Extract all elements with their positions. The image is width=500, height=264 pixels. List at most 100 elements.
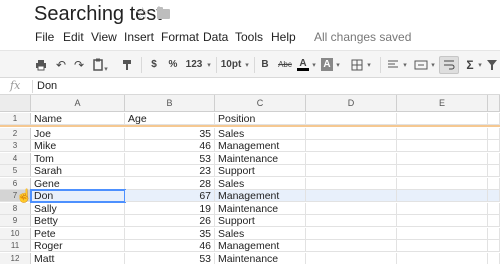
chevron-down-icon[interactable]: ▾ <box>334 56 342 74</box>
menu-view[interactable]: View <box>91 30 117 44</box>
cell-empty[interactable] <box>306 113 397 125</box>
row-number[interactable]: 10 <box>0 227 31 240</box>
chevron-down-icon[interactable]: ▾ <box>476 56 484 74</box>
fill-color-button[interactable]: A <box>321 58 333 71</box>
cell-age[interactable]: 35 <box>125 227 215 240</box>
cell-name[interactable]: Gene <box>31 177 125 190</box>
cell-empty[interactable] <box>306 127 397 140</box>
cell-name[interactable]: Name <box>31 113 125 125</box>
cell-position[interactable]: Maintenance <box>215 202 306 215</box>
paste-format-icon[interactable]: ▾ <box>91 56 109 74</box>
cell-empty[interactable] <box>397 140 488 152</box>
column-header-a[interactable]: A <box>31 95 125 112</box>
chevron-down-icon[interactable]: ▾ <box>310 56 318 74</box>
cell-empty[interactable] <box>306 152 397 165</box>
cell-age[interactable]: 23 <box>125 165 215 177</box>
cell-name[interactable]: Don <box>30 189 126 203</box>
cell-name[interactable]: Tom <box>31 152 125 165</box>
cell-age[interactable]: Age <box>125 113 215 125</box>
cell-empty[interactable] <box>306 140 397 152</box>
row-number[interactable]: 1 <box>0 113 31 125</box>
row-number[interactable]: 5 <box>0 165 31 177</box>
cell-empty[interactable] <box>306 165 397 177</box>
font-size-select[interactable]: 10pt <box>220 56 242 74</box>
paint-format-icon[interactable] <box>120 56 134 74</box>
print-icon[interactable] <box>34 56 48 74</box>
cell-age[interactable]: 35 <box>125 127 215 140</box>
merge-cells-icon[interactable] <box>413 56 429 74</box>
cell-position[interactable]: Management <box>215 240 306 252</box>
cell-age[interactable]: 19 <box>125 202 215 215</box>
cell-empty[interactable] <box>488 202 500 215</box>
cell-position[interactable]: Sales <box>215 177 306 190</box>
redo-icon[interactable]: ↷ <box>72 56 86 74</box>
currency-button[interactable]: $ <box>148 56 160 74</box>
star-icon[interactable]: ☆ <box>135 4 150 24</box>
row-number[interactable]: 3 <box>0 140 31 152</box>
formula-input[interactable]: Don <box>37 80 57 92</box>
align-left-icon[interactable] <box>386 56 400 74</box>
cell-empty[interactable] <box>488 127 500 140</box>
cell-empty[interactable] <box>397 127 488 140</box>
filter-icon[interactable] <box>486 56 498 74</box>
chevron-down-icon[interactable]: ▾ <box>243 56 251 74</box>
cell-empty[interactable] <box>488 165 500 177</box>
cell-empty[interactable] <box>488 240 500 252</box>
cell-empty[interactable] <box>488 252 500 264</box>
cell-empty[interactable] <box>306 215 397 227</box>
row-number[interactable]: 12 <box>0 252 31 264</box>
cell-empty[interactable] <box>306 252 397 264</box>
cell-age[interactable]: 46 <box>125 240 215 252</box>
cell-empty[interactable] <box>397 240 488 252</box>
cell-name[interactable]: Matt <box>31 252 125 264</box>
cell-age[interactable]: 53 <box>125 152 215 165</box>
cell-empty[interactable] <box>488 190 500 202</box>
cell-empty[interactable] <box>397 215 488 227</box>
menu-insert[interactable]: Insert <box>124 30 154 44</box>
wrap-text-icon[interactable] <box>439 56 459 74</box>
cell-position[interactable]: Sales <box>215 227 306 240</box>
cell-empty[interactable] <box>397 227 488 240</box>
column-header-e[interactable]: E <box>397 95 488 112</box>
cell-name[interactable]: Mike <box>31 140 125 152</box>
cell-empty[interactable] <box>397 202 488 215</box>
cell-name[interactable]: Roger <box>31 240 125 252</box>
cell-empty[interactable] <box>306 202 397 215</box>
menu-format[interactable]: Format <box>161 30 199 44</box>
row-number[interactable]: 11 <box>0 240 31 252</box>
cell-empty[interactable] <box>397 152 488 165</box>
bold-button[interactable]: B <box>259 56 271 74</box>
cell-position[interactable]: Management <box>215 140 306 152</box>
cell-empty[interactable] <box>397 165 488 177</box>
cell-empty[interactable] <box>488 113 500 125</box>
cell-name[interactable]: Sally <box>31 202 125 215</box>
chevron-down-icon[interactable]: ▾ <box>205 56 213 74</box>
cell-empty[interactable] <box>488 177 500 190</box>
cell-position[interactable]: Management <box>215 190 306 202</box>
menu-edit[interactable]: Edit <box>63 30 84 44</box>
cell-empty[interactable] <box>397 190 488 202</box>
cell-name[interactable]: Pete <box>31 227 125 240</box>
column-header-b[interactable]: B <box>125 95 215 112</box>
row-number[interactable]: 9 <box>0 215 31 227</box>
function-button[interactable]: Σ <box>464 56 476 74</box>
strikethrough-button[interactable]: Abc <box>276 56 294 74</box>
row-number[interactable]: 8 <box>0 202 31 215</box>
cell-empty[interactable] <box>306 227 397 240</box>
cell-name[interactable]: Sarah <box>31 165 125 177</box>
cell-age[interactable]: 46 <box>125 140 215 152</box>
cell-empty[interactable] <box>306 177 397 190</box>
cell-age[interactable]: 53 <box>125 252 215 264</box>
row-number[interactable]: 4 <box>0 152 31 165</box>
cell-name[interactable]: Betty <box>31 215 125 227</box>
cell-position[interactable]: Support <box>215 165 306 177</box>
cell-age[interactable]: 26 <box>125 215 215 227</box>
column-header-c[interactable]: C <box>215 95 306 112</box>
menu-tools[interactable]: Tools <box>235 30 263 44</box>
chevron-down-icon[interactable]: ▾ <box>365 56 373 74</box>
select-all-corner[interactable] <box>0 95 31 112</box>
cell-position[interactable]: Maintenance <box>215 152 306 165</box>
cell-empty[interactable] <box>488 140 500 152</box>
borders-icon[interactable] <box>350 56 364 74</box>
folder-icon[interactable] <box>157 7 170 19</box>
